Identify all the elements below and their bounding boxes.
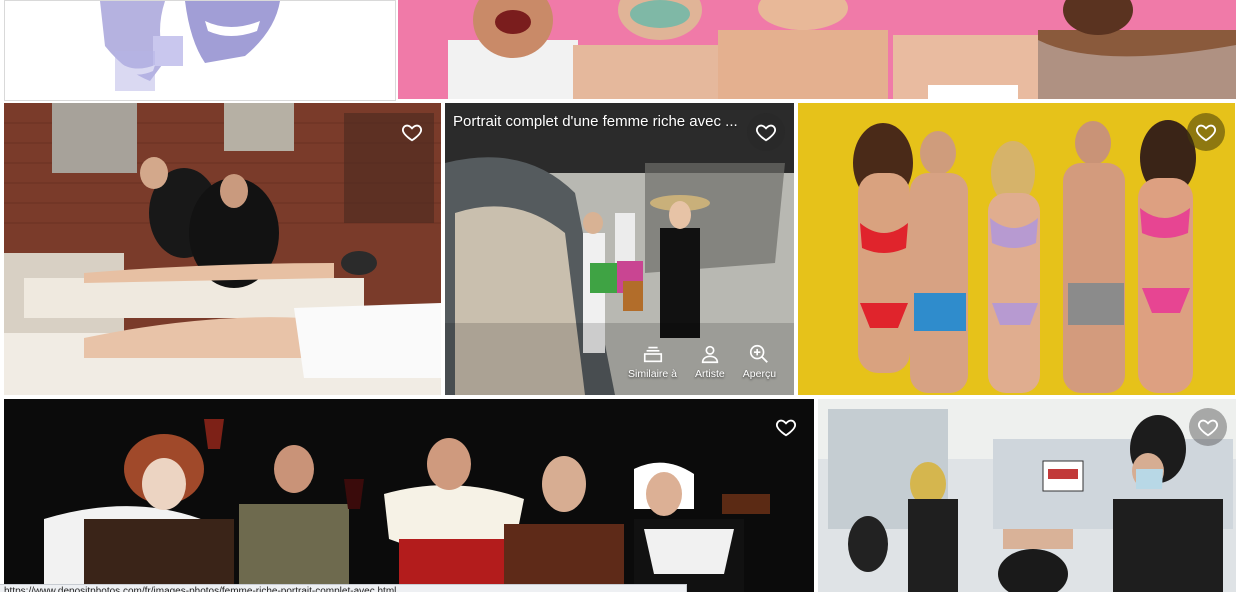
photo-image <box>4 399 814 592</box>
favorite-button[interactable] <box>393 113 431 151</box>
favorite-button[interactable] <box>767 408 805 446</box>
artist-button[interactable]: Artiste <box>695 343 725 380</box>
favorite-button[interactable] <box>747 113 785 151</box>
status-bar-url: https://www.depositphotos.com/fr/images-… <box>0 584 687 592</box>
photo-title: Portrait complet d'une femme riche avec … <box>453 113 738 130</box>
heart-outline-icon <box>1197 419 1219 437</box>
photo-image <box>818 399 1236 592</box>
photo-tile[interactable] <box>398 0 1236 99</box>
preview-label: Aperçu <box>742 368 777 380</box>
photo-tile[interactable] <box>818 399 1236 592</box>
heart-outline-icon <box>1195 124 1217 142</box>
heart-outline-icon <box>775 419 797 437</box>
preview-button[interactable]: Aperçu <box>743 343 776 380</box>
photo-image <box>798 103 1235 395</box>
heart-outline-icon <box>755 124 777 142</box>
person-icon <box>701 345 719 364</box>
favorite-button[interactable] <box>1189 408 1227 446</box>
stack-icon <box>643 346 662 363</box>
heart-outline-icon <box>401 124 423 142</box>
photo-image <box>4 103 441 395</box>
similar-button[interactable]: Similaire à <box>628 343 677 380</box>
zoom-in-icon <box>750 344 769 363</box>
photo-tile[interactable] <box>4 399 814 592</box>
photo-tile[interactable] <box>4 103 441 395</box>
photo-tile[interactable] <box>4 0 396 101</box>
photo-tile[interactable] <box>798 103 1235 395</box>
photo-image <box>5 1 395 100</box>
photo-tile-hovered[interactable]: Portrait complet d'une femme riche avec … <box>445 103 794 395</box>
photo-image <box>398 0 1236 99</box>
photo-gallery: Portrait complet d'une femme riche avec … <box>0 0 1241 592</box>
hover-action-bar: Similaire à Artiste Aperçu <box>628 343 776 380</box>
artist-label: Artiste <box>695 368 725 380</box>
similar-label: Similaire à <box>628 368 678 380</box>
favorite-button[interactable] <box>1187 113 1225 151</box>
